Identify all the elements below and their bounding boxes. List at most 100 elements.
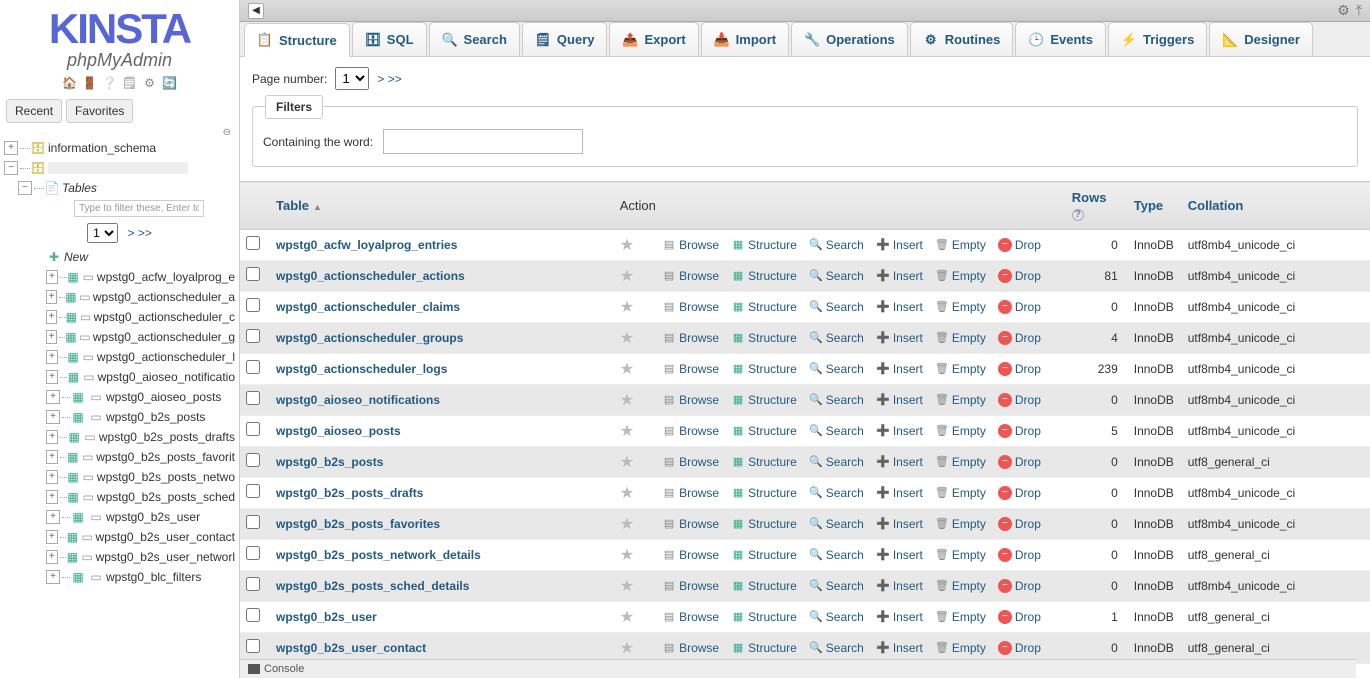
favorite-icon[interactable]: ★ — [620, 421, 640, 441]
structure-action[interactable]: ▦Structure — [731, 300, 797, 314]
page-number-select[interactable]: 1 — [335, 67, 369, 90]
tab-sql[interactable]: 🗄SQL — [352, 22, 427, 56]
collapse-icon[interactable]: ⊖ — [0, 127, 239, 138]
drop-action[interactable]: −Drop — [998, 362, 1041, 376]
browse-action[interactable]: ▤Browse — [662, 641, 719, 655]
favorite-icon[interactable]: ★ — [620, 483, 640, 503]
docs-icon[interactable]: ❔ — [102, 75, 118, 91]
structure-action[interactable]: ▦Structure — [731, 486, 797, 500]
row-checkbox[interactable] — [246, 608, 260, 622]
browse-action[interactable]: ▤Browse — [662, 238, 719, 252]
favorite-icon[interactable]: ★ — [620, 545, 640, 565]
browse-action[interactable]: ▤Browse — [662, 424, 719, 438]
search-action[interactable]: 🔍Search — [809, 331, 864, 345]
drop-action[interactable]: −Drop — [998, 238, 1041, 252]
drop-action[interactable]: −Drop — [998, 269, 1041, 283]
table-action-icon[interactable]: ▦ — [65, 289, 77, 305]
tree-next-link[interactable]: > >> — [127, 226, 151, 240]
drop-action[interactable]: −Drop — [998, 641, 1041, 655]
table-action-icon[interactable]: ▦ — [67, 489, 80, 505]
tree-new[interactable]: ✚ New — [4, 247, 235, 267]
favorite-icon[interactable]: ★ — [620, 390, 640, 410]
tree-table-item[interactable]: +▦▭wpstg0_aioseo_posts — [4, 387, 235, 407]
empty-action[interactable]: 🗑Empty — [935, 393, 986, 407]
gear-icon[interactable]: ⚙ — [1337, 2, 1350, 19]
row-checkbox[interactable] — [246, 422, 260, 436]
search-action[interactable]: 🔍Search — [809, 610, 864, 624]
search-action[interactable]: 🔍Search — [809, 579, 864, 593]
header-table[interactable]: Table▲ — [270, 182, 614, 230]
table-name-link[interactable]: wpstg0_b2s_posts_network_details — [276, 548, 481, 562]
insert-action[interactable]: ➕Insert — [876, 610, 923, 624]
insert-action[interactable]: ➕Insert — [876, 424, 923, 438]
search-action[interactable]: 🔍Search — [809, 641, 864, 655]
browse-action[interactable]: ▤Browse — [662, 486, 719, 500]
drop-action[interactable]: −Drop — [998, 331, 1041, 345]
drop-action[interactable]: −Drop — [998, 610, 1041, 624]
row-checkbox[interactable] — [246, 267, 260, 281]
favorite-icon[interactable]: ★ — [620, 266, 640, 286]
tree-table-item[interactable]: +▦▭wpstg0_actionscheduler_c — [4, 307, 235, 327]
favorite-icon[interactable]: ★ — [620, 359, 640, 379]
tree-table-item[interactable]: +▦▭wpstg0_b2s_user — [4, 507, 235, 527]
expand-icon[interactable]: + — [46, 350, 58, 364]
insert-action[interactable]: ➕Insert — [876, 486, 923, 500]
tab-query[interactable]: 🗒Query — [522, 22, 608, 56]
tree-db-current[interactable]: − 🗄 — [4, 158, 235, 178]
table-name-link[interactable]: wpstg0_b2s_posts_drafts — [276, 486, 423, 500]
table-action-icon[interactable]: ▦ — [67, 269, 80, 285]
search-action[interactable]: 🔍Search — [809, 548, 864, 562]
page-next-link[interactable]: > >> — [377, 72, 401, 86]
browse-action[interactable]: ▤Browse — [662, 300, 719, 314]
favorite-icon[interactable]: ★ — [620, 328, 640, 348]
table-name-link[interactable]: wpstg0_b2s_user — [276, 610, 377, 624]
logout-icon[interactable]: 🚪 — [82, 75, 98, 91]
favorite-icon[interactable]: ★ — [620, 452, 640, 472]
expand-icon[interactable]: + — [46, 270, 58, 284]
insert-action[interactable]: ➕Insert — [876, 362, 923, 376]
insert-action[interactable]: ➕Insert — [876, 238, 923, 252]
browse-action[interactable]: ▤Browse — [662, 362, 719, 376]
insert-action[interactable]: ➕Insert — [876, 517, 923, 531]
tree-table-item[interactable]: +▦▭wpstg0_b2s_posts_drafts — [4, 427, 235, 447]
browse-action[interactable]: ▤Browse — [662, 517, 719, 531]
empty-action[interactable]: 🗑Empty — [935, 424, 986, 438]
structure-action[interactable]: ▦Structure — [731, 238, 797, 252]
insert-action[interactable]: ➕Insert — [876, 548, 923, 562]
drop-action[interactable]: −Drop — [998, 486, 1041, 500]
structure-action[interactable]: ▦Structure — [731, 362, 797, 376]
table-action-icon[interactable]: ▦ — [67, 429, 81, 445]
browse-action[interactable]: ▤Browse — [662, 548, 719, 562]
table-name-link[interactable]: wpstg0_acfw_loyalprog_entries — [276, 238, 457, 252]
tree-table-item[interactable]: +▦▭wpstg0_actionscheduler_a — [4, 287, 235, 307]
structure-action[interactable]: ▦Structure — [731, 579, 797, 593]
tree-table-item[interactable]: +▦▭wpstg0_b2s_posts_netwo — [4, 467, 235, 487]
drop-action[interactable]: −Drop — [998, 300, 1041, 314]
tree-db-info-schema[interactable]: + 🗄 information_schema — [4, 138, 235, 158]
table-action-icon[interactable]: ▦ — [66, 529, 79, 545]
tab-search[interactable]: 🔍Search — [429, 22, 520, 56]
table-action-icon[interactable]: ▦ — [66, 549, 79, 565]
empty-action[interactable]: 🗑Empty — [935, 579, 986, 593]
table-action-icon[interactable]: ▦ — [70, 509, 86, 525]
empty-action[interactable]: 🗑Empty — [935, 362, 986, 376]
table-name-link[interactable]: wpstg0_b2s_user_contact — [276, 641, 426, 655]
sql-icon[interactable]: 🗒 — [122, 75, 138, 91]
browse-action[interactable]: ▤Browse — [662, 269, 719, 283]
header-rows[interactable]: Rows? — [1066, 182, 1128, 230]
structure-action[interactable]: ▦Structure — [731, 331, 797, 345]
empty-action[interactable]: 🗑Empty — [935, 548, 986, 562]
collapse-icon[interactable]: − — [18, 181, 32, 195]
row-checkbox[interactable] — [246, 236, 260, 250]
tree-table-item[interactable]: +▦▭wpstg0_actionscheduler_l — [4, 347, 235, 367]
table-action-icon[interactable]: ▦ — [65, 309, 77, 325]
structure-action[interactable]: ▦Structure — [731, 641, 797, 655]
empty-action[interactable]: 🗑Empty — [935, 610, 986, 624]
filters-input[interactable] — [383, 129, 583, 154]
tree-table-item[interactable]: +▦▭wpstg0_acfw_loyalprog_e — [4, 267, 235, 287]
insert-action[interactable]: ➕Insert — [876, 300, 923, 314]
nav-back-icon[interactable]: ◀ — [248, 3, 264, 19]
empty-action[interactable]: 🗑Empty — [935, 455, 986, 469]
insert-action[interactable]: ➕Insert — [876, 579, 923, 593]
search-action[interactable]: 🔍Search — [809, 424, 864, 438]
